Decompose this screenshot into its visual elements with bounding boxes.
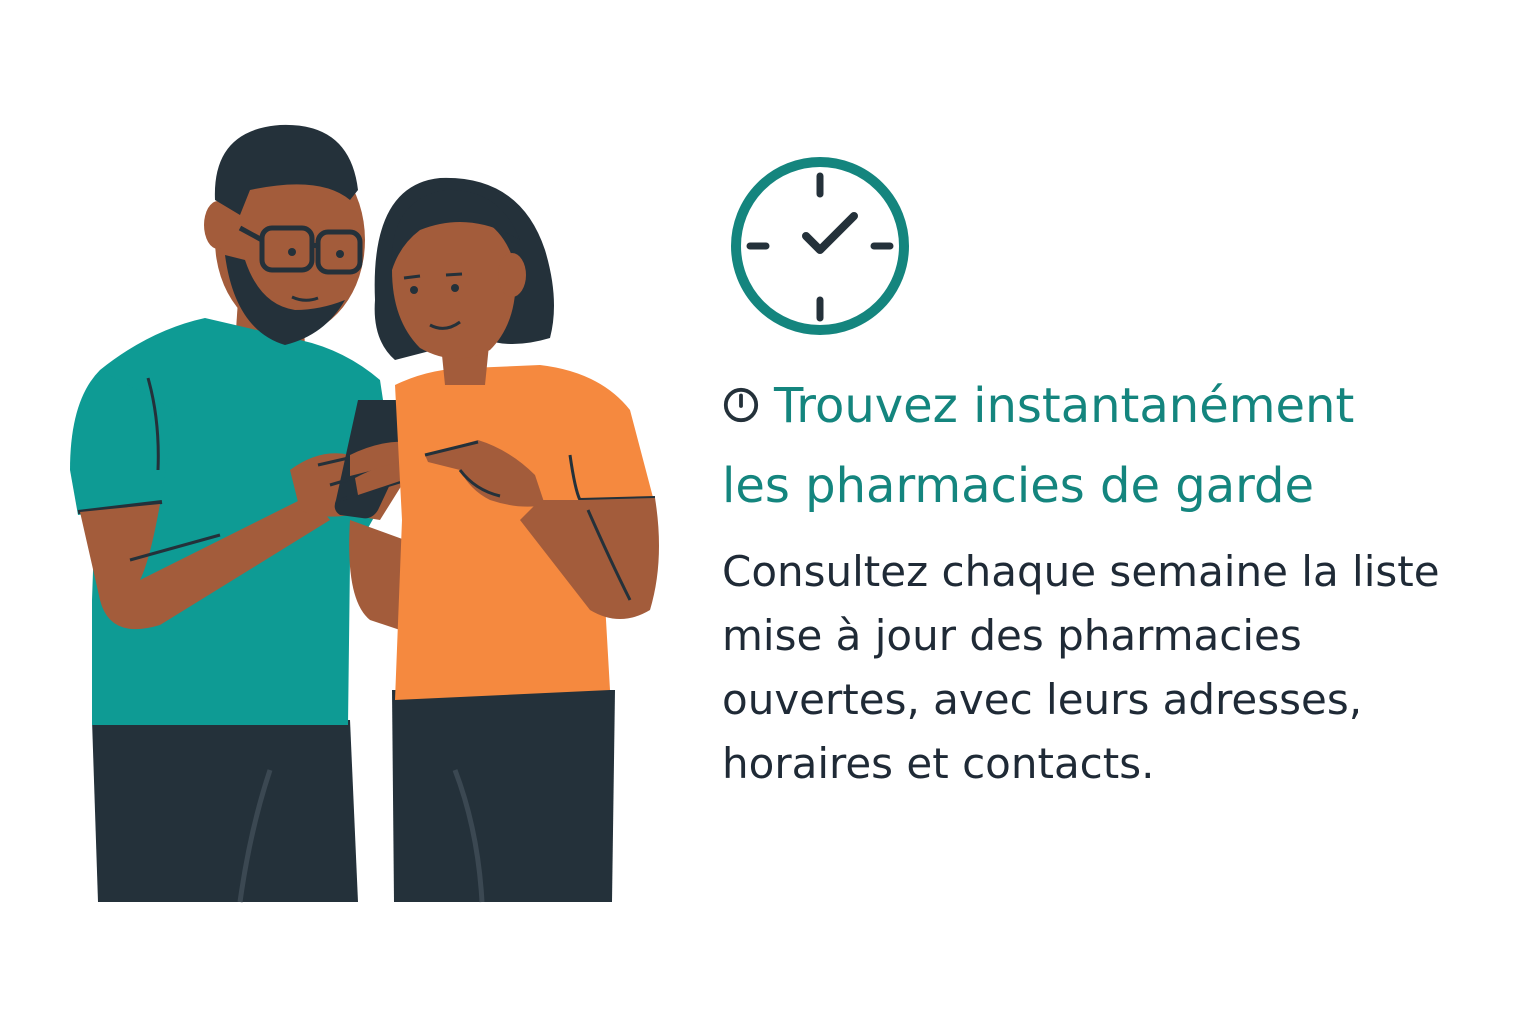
man-figure (70, 124, 426, 903)
clock-check-icon (731, 157, 909, 335)
description-paragraph: Consultez chaque semaine la liste mise à… (722, 540, 1512, 796)
clock-icon (723, 387, 759, 423)
description-line-3: ouvertes, avec leurs adresses, (722, 675, 1363, 724)
description-line-1: Consultez chaque semaine la liste (722, 547, 1440, 596)
headline: Trouvez instantanément les pharmacies de… (722, 366, 1512, 526)
people-with-phone-illustration (70, 124, 659, 903)
headline-line-2: les pharmacies de garde (722, 458, 1315, 514)
description-line-2: mise à jour des pharmacies (722, 611, 1302, 660)
headline-text-1: Trouvez instantanément (774, 378, 1355, 434)
headline-line-1: Trouvez instantanément (722, 366, 1512, 446)
woman-figure (349, 177, 659, 903)
description-line-4: horaires et contacts. (722, 739, 1155, 788)
